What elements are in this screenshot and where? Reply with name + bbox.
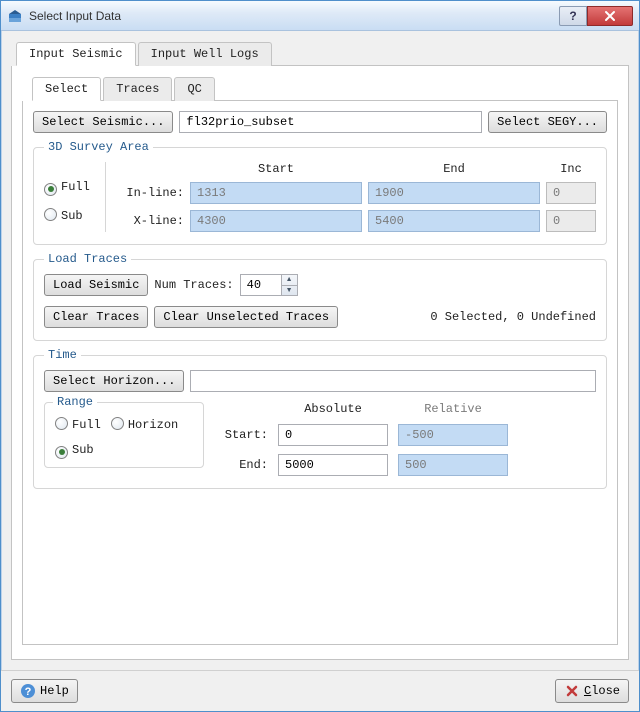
svg-text:?: ? <box>25 687 32 699</box>
relative-end-input[interactable] <box>398 454 508 476</box>
range-full-radio[interactable]: Full <box>55 415 101 432</box>
clear-traces-button[interactable]: Clear Traces <box>44 306 148 328</box>
inner-tab-panel: Select Seismic... Select SEGY... 3D Surv… <box>22 101 618 645</box>
range-group: Range Full Horizon Sub <box>44 402 204 468</box>
range-sub-radio[interactable]: Sub <box>55 443 94 457</box>
close-icon <box>564 683 580 699</box>
radio-icon <box>55 446 68 459</box>
tab-traces[interactable]: Traces <box>103 77 172 101</box>
client-area: Input Seismic Input Well Logs Select Tra… <box>1 31 639 670</box>
select-seismic-button[interactable]: Select Seismic... <box>33 111 173 133</box>
xline-inc-input[interactable] <box>546 210 596 232</box>
absolute-start-input[interactable] <box>278 424 388 446</box>
inline-label: In-line: <box>114 186 184 200</box>
survey-area-fieldset: 3D Survey Area Full Sub <box>33 147 607 245</box>
seismic-name-input[interactable] <box>179 111 482 133</box>
inline-start-input[interactable] <box>190 182 362 204</box>
title-bar[interactable]: Select Input Data ? <box>1 1 639 31</box>
tab-qc[interactable]: QC <box>174 77 214 101</box>
radio-icon <box>44 208 57 221</box>
window-title: Select Input Data <box>29 9 553 23</box>
inner-tab-strip: Select Traces QC <box>32 76 618 101</box>
tab-select[interactable]: Select <box>32 77 101 101</box>
load-seismic-button[interactable]: Load Seismic <box>44 274 148 296</box>
help-button[interactable]: ? Help <box>11 679 78 703</box>
horizon-input[interactable] <box>190 370 596 392</box>
relative-start-input[interactable] <box>398 424 508 446</box>
radio-icon <box>55 417 68 430</box>
select-segy-button[interactable]: Select SEGY... <box>488 111 607 133</box>
survey-area-legend: 3D Survey Area <box>44 140 153 154</box>
traces-status-text: 0 Selected, 0 Undefined <box>430 310 596 324</box>
spinner-down-icon[interactable]: ▼ <box>282 286 297 296</box>
time-end-label: End: <box>218 458 268 472</box>
inline-end-input[interactable] <box>368 182 540 204</box>
survey-full-radio[interactable]: Full <box>44 180 97 194</box>
window-help-button[interactable]: ? <box>559 6 587 26</box>
radio-icon <box>111 417 124 430</box>
col-end-header: End <box>368 162 540 176</box>
help-icon: ? <box>20 683 36 699</box>
dialog-button-bar: ? Help Close <box>1 670 639 711</box>
spinner-buttons[interactable]: ▲▼ <box>282 274 298 296</box>
help-button-label: Help <box>40 684 69 698</box>
time-legend: Time <box>44 348 81 362</box>
window-close-button[interactable] <box>587 6 633 26</box>
absolute-header: Absolute <box>278 402 388 416</box>
num-traces-spinner[interactable]: ▲▼ <box>240 274 298 296</box>
close-button-label: Close <box>584 684 620 698</box>
app-icon <box>7 8 23 24</box>
tab-input-seismic[interactable]: Input Seismic <box>16 42 136 66</box>
range-horizon-radio[interactable]: Horizon <box>111 415 178 432</box>
col-start-header: Start <box>190 162 362 176</box>
tab-input-well-logs[interactable]: Input Well Logs <box>138 42 272 66</box>
xline-label: X-line: <box>114 214 184 228</box>
time-fieldset: Time Select Horizon... Range Full Horizo… <box>33 355 607 489</box>
outer-tab-strip: Input Seismic Input Well Logs <box>16 41 629 66</box>
absolute-end-input[interactable] <box>278 454 388 476</box>
xline-start-input[interactable] <box>190 210 362 232</box>
relative-header: Relative <box>398 402 508 416</box>
spinner-up-icon[interactable]: ▲ <box>282 275 297 286</box>
survey-sub-radio[interactable]: Sub <box>44 206 97 223</box>
select-horizon-button[interactable]: Select Horizon... <box>44 370 184 392</box>
range-legend: Range <box>53 395 97 409</box>
num-traces-input[interactable] <box>240 274 282 296</box>
xline-end-input[interactable] <box>368 210 540 232</box>
inline-inc-input[interactable] <box>546 182 596 204</box>
dialog-window: Select Input Data ? Input Seismic Input … <box>0 0 640 712</box>
load-traces-legend: Load Traces <box>44 252 131 266</box>
num-traces-label: Num Traces: <box>154 278 233 292</box>
close-button[interactable]: Close <box>555 679 629 703</box>
outer-tab-panel: Select Traces QC Select Seismic... Selec… <box>11 66 629 660</box>
load-traces-fieldset: Load Traces Load Seismic Num Traces: ▲▼ … <box>33 259 607 341</box>
col-inc-header: Inc <box>546 162 596 176</box>
time-start-label: Start: <box>218 428 268 442</box>
radio-icon <box>44 183 57 196</box>
clear-unselected-traces-button[interactable]: Clear Unselected Traces <box>154 306 338 328</box>
